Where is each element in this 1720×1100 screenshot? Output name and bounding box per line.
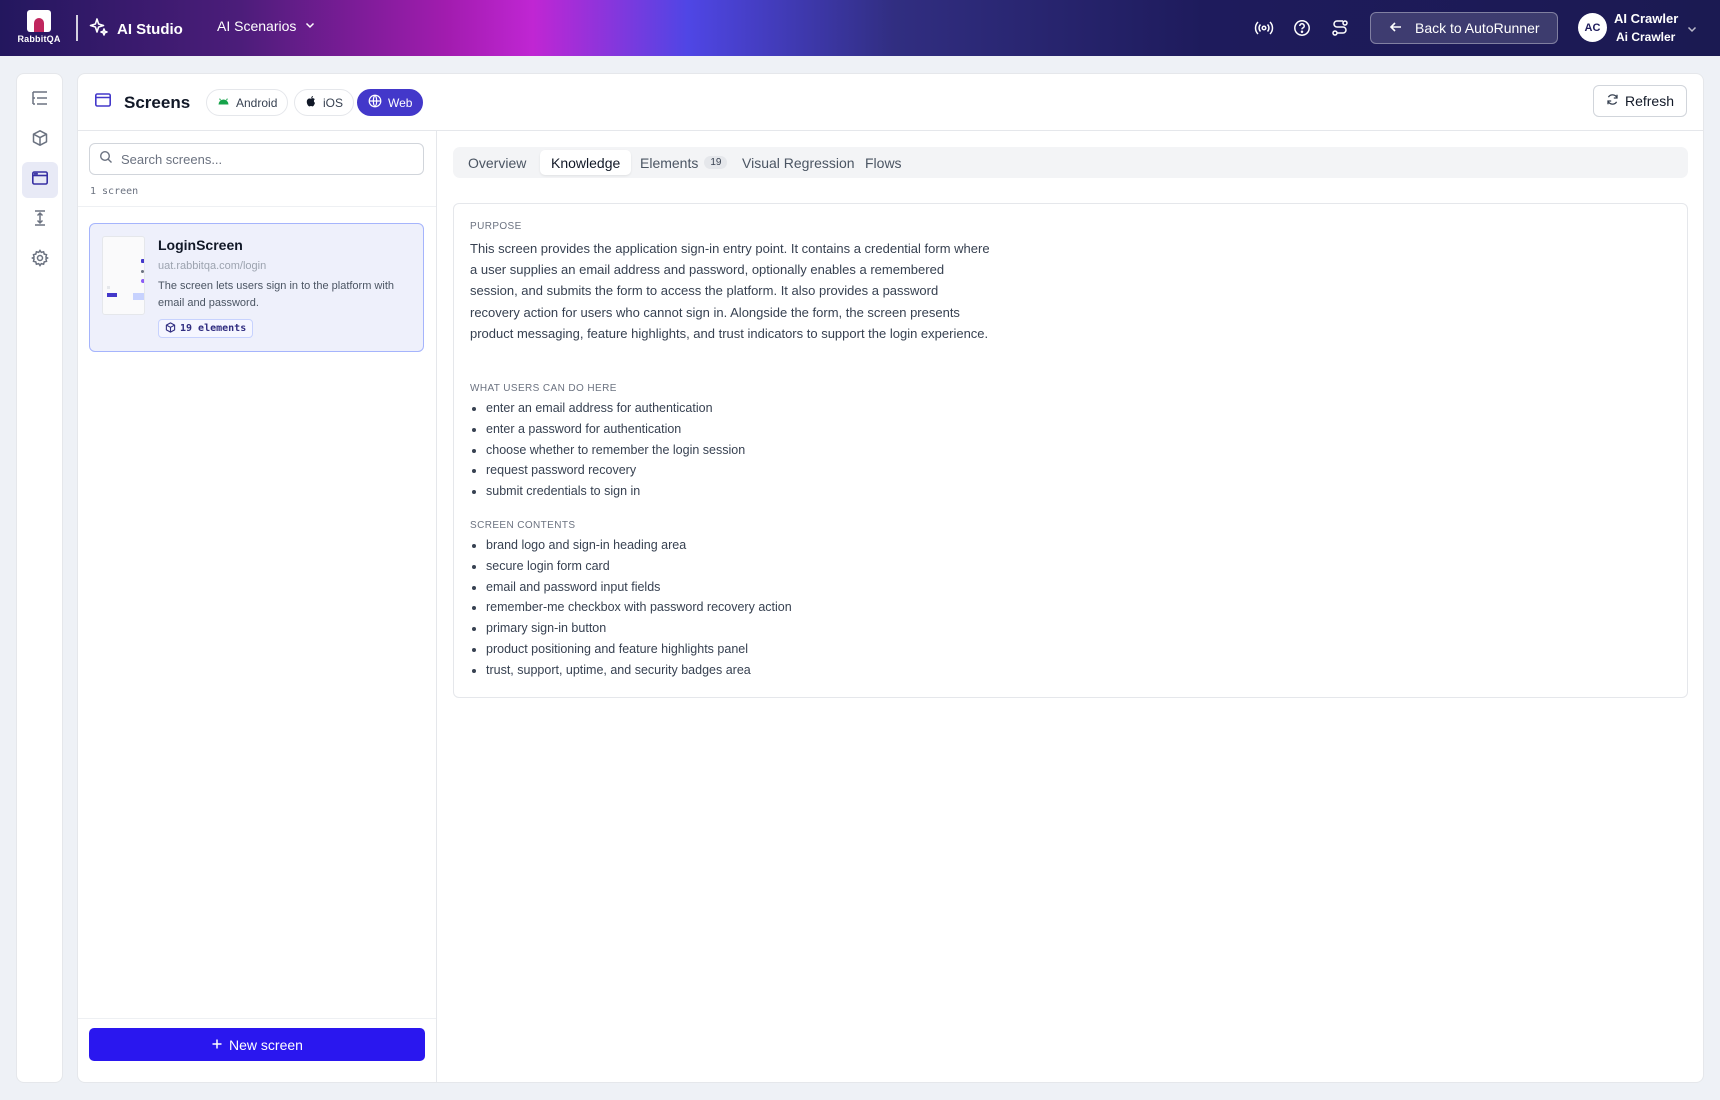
tab-elements-label: Elements <box>640 154 699 171</box>
broadcast-icon[interactable] <box>1254 18 1274 38</box>
back-button-label: Back to AutoRunner <box>1415 20 1540 36</box>
brand-logo[interactable]: RabbitQA <box>16 10 62 48</box>
screen-card-description: The screen lets users sign in to the pla… <box>158 280 394 309</box>
knowledge-card: PURPOSE This screen provides the applica… <box>453 203 1688 698</box>
avatar[interactable]: AC <box>1578 13 1607 42</box>
rail-item-settings[interactable] <box>22 242 58 278</box>
platform-web-label: Web <box>388 95 413 110</box>
list-item: primary sign-in button <box>470 618 792 639</box>
rabbit-logo-icon <box>27 10 51 32</box>
search-input[interactable] <box>121 151 411 167</box>
list-item: email and password input fields <box>470 577 792 598</box>
route-icon[interactable] <box>1330 18 1350 38</box>
tab-elements[interactable]: Elements 19 <box>629 150 738 175</box>
tab-visual-regression[interactable]: Visual Regression <box>731 150 866 175</box>
footer-divider <box>78 1018 436 1019</box>
help-circle-icon[interactable] <box>1292 18 1312 38</box>
tab-flows[interactable]: Flows <box>854 150 913 175</box>
list-item: remember-me checkbox with password recov… <box>470 597 792 618</box>
elements-count-label: 19 elements <box>180 323 247 334</box>
tab-knowledge[interactable]: Knowledge <box>540 150 632 175</box>
list-item: product positioning and feature highligh… <box>470 639 792 660</box>
chevron-down-icon <box>304 18 316 34</box>
header-divider <box>76 15 78 41</box>
list-item: trust, support, uptime, and security bad… <box>470 660 792 681</box>
list-item: secure login form card <box>470 556 792 577</box>
arrows-vertical-icon <box>31 209 49 232</box>
detail-tabs: Overview Knowledge Elements 19 Visual Re… <box>453 147 1688 178</box>
scenarios-menu[interactable]: AI Scenarios <box>217 18 316 34</box>
tab-overview[interactable]: Overview <box>457 150 537 175</box>
contents-list: brand logo and sign-in heading area secu… <box>470 535 792 681</box>
list-divider <box>78 206 436 207</box>
sparkles-icon <box>89 17 109 41</box>
user-name: AI Crawler <box>1614 11 1679 26</box>
arrow-left-icon <box>1389 20 1403 37</box>
list-item: submit credentials to sign in <box>470 481 745 502</box>
screen-window-icon <box>94 91 112 114</box>
purpose-text: This screen provides the application sig… <box>470 241 990 341</box>
back-to-autorunner-button[interactable]: Back to AutoRunner <box>1370 12 1558 44</box>
new-screen-label: New screen <box>229 1036 303 1053</box>
elements-count-badge: 19 elements <box>158 319 254 338</box>
screen-thumbnail <box>102 236 145 315</box>
search-icon <box>99 150 113 169</box>
user-info[interactable]: AI Crawler Ai Crawler <box>1614 10 1678 46</box>
app-name-label: AI Studio <box>117 20 183 38</box>
gear-icon <box>31 248 49 272</box>
globe-icon <box>368 94 382 111</box>
platform-ios-label: iOS <box>323 95 344 110</box>
plus-icon <box>211 1037 223 1053</box>
nav-rail <box>16 73 63 1083</box>
list-tree-icon <box>31 89 49 112</box>
screen-card-loginscreen[interactable]: LoginScreen uat.rabbitqa.com/login The s… <box>89 223 424 352</box>
box-icon <box>31 129 49 152</box>
tab-elements-count: 19 <box>704 156 728 169</box>
refresh-label: Refresh <box>1624 93 1675 109</box>
app-name[interactable]: AI Studio <box>89 17 183 41</box>
screens-header: Screens Android iOS Web Refresh <box>78 74 1703 131</box>
screen-card-url: uat.rabbitqa.com/login <box>158 260 267 272</box>
screen-card-title: LoginScreen <box>158 237 243 253</box>
purpose-heading: PURPOSE <box>470 221 522 232</box>
rail-item-screens[interactable] <box>22 162 58 198</box>
list-item: brand logo and sign-in heading area <box>470 535 792 556</box>
list-item: choose whether to remember the login ses… <box>470 440 745 461</box>
page-title: Screens <box>94 91 190 114</box>
platform-filter-web[interactable]: Web <box>357 89 424 116</box>
refresh-icon <box>1606 93 1619 109</box>
screen-list-panel: 1 screen LoginScreen uat.rabbitqa.com/lo… <box>78 131 437 1082</box>
scenarios-menu-label: AI Scenarios <box>217 18 297 34</box>
contents-heading: SCREEN CONTENTS <box>470 520 576 531</box>
platform-filter-android[interactable]: Android <box>206 89 289 116</box>
rail-item-list[interactable] <box>22 82 58 118</box>
android-icon <box>217 95 230 111</box>
apple-icon <box>305 95 317 111</box>
refresh-button[interactable]: Refresh <box>1593 85 1687 117</box>
rail-item-spacing[interactable] <box>22 202 58 238</box>
platform-filter-ios[interactable]: iOS <box>294 89 355 116</box>
user-org: Ai Crawler <box>1616 30 1676 44</box>
new-screen-button[interactable]: New screen <box>89 1028 425 1061</box>
screen-window-icon <box>31 169 49 192</box>
logo-text: RabbitQA <box>17 34 61 44</box>
list-item: enter an email address for authenticatio… <box>470 398 745 419</box>
box-icon <box>165 321 176 336</box>
list-item: request password recovery <box>470 460 745 481</box>
list-item: enter a password for authentication <box>470 419 745 440</box>
screen-count: 1 screen <box>90 186 139 197</box>
search-box[interactable] <box>89 143 424 175</box>
screen-detail-panel: Overview Knowledge Elements 19 Visual Re… <box>437 131 1703 1082</box>
platform-android-label: Android <box>236 95 278 110</box>
user-menu-chevron-icon[interactable] <box>1686 22 1698 40</box>
top-bar: RabbitQA AI Studio AI Scenarios Back to … <box>0 0 1720 56</box>
rail-item-components[interactable] <box>22 122 58 158</box>
actions-list: enter an email address for authenticatio… <box>470 398 745 502</box>
page-title-label: Screens <box>124 92 191 112</box>
actions-heading: WHAT USERS CAN DO HERE <box>470 383 617 394</box>
main-panel: Screens Android iOS Web Refresh 1 screen <box>77 73 1704 1083</box>
